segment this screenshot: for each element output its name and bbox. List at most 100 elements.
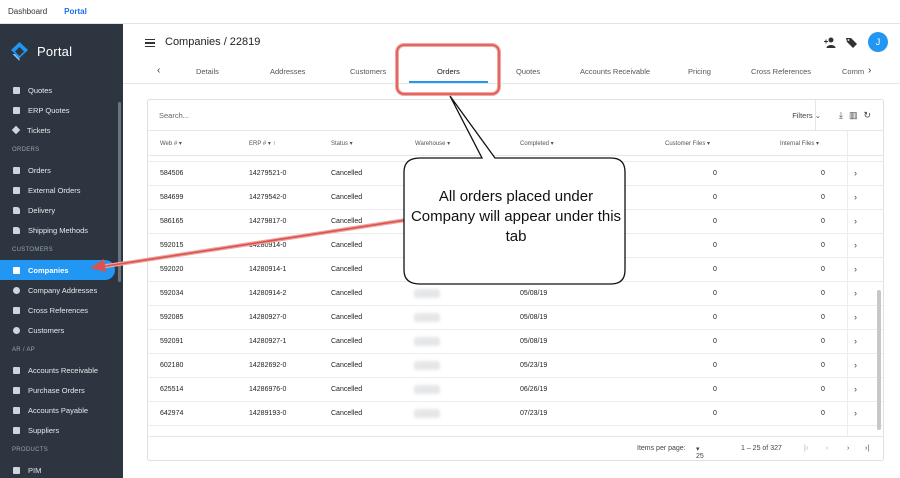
row-open-chevron-icon[interactable]: › [854,288,857,298]
last-page-icon[interactable]: ›| [865,445,869,452]
previous-page-icon[interactable]: ‹ [826,445,828,452]
cell-web[interactable]: 625514 [160,386,183,393]
row-open-chevron-icon[interactable]: › [854,384,857,394]
top-link-dashboard[interactable]: Dashboard [8,7,47,16]
table-row[interactable]: 592034 14280914-2 Cancelled 05/08/19 0 0 › [148,282,883,306]
cell-web[interactable]: 602180 [160,362,183,369]
tab-cross-references[interactable]: Cross References [751,67,811,76]
tags-icon[interactable] [845,36,858,49]
cell-status: Cancelled [331,338,363,345]
menu-icon[interactable] [145,39,155,47]
box-icon [13,426,20,434]
sidebar-item-external-orders[interactable]: External Orders [0,180,123,200]
sidebar-item-label: Delivery [28,205,56,215]
column-customer-files[interactable]: Customer Files ▾ [665,140,710,147]
swap-icon [13,306,20,314]
cell-web[interactable]: 584699 [160,194,183,201]
row-open-chevron-icon[interactable]: › [854,216,857,226]
first-page-icon[interactable]: |‹ [804,445,808,452]
search-input[interactable]: Search... [159,111,189,120]
column-web[interactable]: Web # ▾ [160,140,182,147]
cell-web[interactable]: 592085 [160,314,183,321]
cell-internal-files: 0 [821,362,825,369]
cell-erp: 14279542-0 [249,194,287,201]
sidebar-item-customers[interactable]: Customers [0,320,123,340]
table-row[interactable]: 592091 14280927-1 Cancelled 05/08/19 0 0 › [148,330,883,354]
sidebar-item-purchase-orders[interactable]: Purchase Orders [0,380,123,400]
document-icon [13,166,20,174]
redacted-warehouse [414,385,440,394]
download-icon[interactable]: ⤓ [839,110,843,121]
row-open-chevron-icon[interactable]: › [854,312,857,322]
table-row[interactable]: 592085 14280927-0 Cancelled 05/08/19 0 0 › [148,306,883,330]
add-person-icon[interactable] [824,36,837,49]
tab-comm[interactable]: Comm [842,67,864,76]
sidebar-item-accounts-receivable[interactable]: Accounts Receivable [0,360,123,380]
cell-web[interactable]: 642974 [160,410,183,417]
sidebar-item-orders[interactable]: Orders [0,160,123,180]
column-warehouse[interactable]: Warehouse ▾ [415,140,450,147]
row-open-chevron-icon[interactable]: › [854,168,857,178]
sidebar-section-customers: CUSTOMERS [12,247,53,253]
tab-pricing[interactable]: Pricing [688,67,711,76]
sidebar-item-suppliers[interactable]: Suppliers [0,420,123,440]
table-row[interactable]: 584506 14279521-0 Cancelled 0 0 › [148,162,883,186]
tab-addresses[interactable]: Addresses [270,67,305,76]
sidebar-item-delivery[interactable]: Delivery [0,200,123,220]
tab-scroll-right-icon[interactable]: › [868,65,871,76]
row-open-chevron-icon[interactable]: › [854,336,857,346]
sidebar-item-cross-references[interactable]: Cross References [0,300,123,320]
cell-web[interactable]: 592015 [160,242,183,249]
tab-quotes[interactable]: Quotes [516,67,540,76]
sidebar: Portal Quotes ERP Quotes Tickets ORDERS Orde… [0,24,123,478]
cell-erp: 14279817-0 [249,218,287,225]
row-open-chevron-icon[interactable]: › [854,264,857,274]
cell-completed: 05/08/19 [520,338,548,345]
cell-web[interactable]: 592034 [160,290,183,297]
sidebar-item-companies[interactable]: Companies [0,260,115,280]
column-internal-files[interactable]: Internal Files ▾ [780,140,819,147]
page-size-select[interactable]: 25 ▾ [696,445,704,460]
row-open-chevron-icon[interactable]: › [854,408,857,418]
row-open-chevron-icon[interactable]: › [854,240,857,250]
sidebar-section-ar-ap: AR / AP [12,347,36,353]
cell-customer-files: 0 [713,314,717,321]
top-link-portal[interactable]: Portal [64,7,87,16]
brand[interactable]: Portal [9,41,72,62]
sidebar-item-pim[interactable]: PIM [0,460,123,478]
column-completed[interactable]: Completed ▾ [520,140,554,147]
sidebar-item-shipping-methods[interactable]: Shipping Methods [0,220,123,240]
column-status[interactable]: Status ▾ [331,140,353,147]
sidebar-item-tickets[interactable]: Tickets [0,120,123,140]
avatar[interactable]: J [868,32,888,52]
cell-customer-files: 0 [713,410,717,417]
tab-customers[interactable]: Customers [350,67,386,76]
tab-accounts-receivable[interactable]: Accounts Receivable [580,67,650,76]
tab-orders[interactable]: Orders [437,67,460,76]
tab-scroll-left-icon[interactable]: ‹ [157,65,160,76]
cell-web[interactable]: 592020 [160,266,183,273]
table-row[interactable]: 642974 14289193-0 Cancelled 07/23/19 0 0 › [148,402,883,426]
truck-icon [13,206,20,214]
cell-web[interactable]: 584506 [160,170,183,177]
refresh-icon[interactable]: ↻ [863,110,871,121]
sidebar-item-quotes[interactable]: Quotes [0,80,123,100]
cell-web[interactable]: 592091 [160,338,183,345]
table-scrollbar[interactable] [877,290,881,430]
sidebar-item-erp-quotes[interactable]: ERP Quotes [0,100,123,120]
filters-dropdown[interactable]: Filters ⌄ [792,111,821,120]
sidebar-item-accounts-payable[interactable]: Accounts Payable [0,400,123,420]
cell-web[interactable]: 586165 [160,218,183,225]
row-open-chevron-icon[interactable]: › [854,192,857,202]
table-row[interactable]: 602180 14282692-0 Cancelled 05/23/19 0 0 › [148,354,883,378]
column-erp[interactable]: ERP # ▾ ↑ [249,140,276,147]
row-open-chevron-icon[interactable]: › [854,360,857,370]
table-row[interactable]: 592020 14280914-1 Cancelled 0 0 › [148,258,883,282]
sidebar-scrollbar[interactable] [118,102,121,282]
sidebar-item-company-addresses[interactable]: Company Addresses [0,280,123,300]
table-row[interactable]: 625514 14286976-0 Cancelled 06/26/19 0 0 › [148,378,883,402]
cell-erp: 14286976-0 [249,386,287,393]
columns-icon[interactable]: ▥ [849,110,858,121]
tab-details[interactable]: Details [196,67,219,76]
next-page-icon[interactable]: › [847,445,849,452]
